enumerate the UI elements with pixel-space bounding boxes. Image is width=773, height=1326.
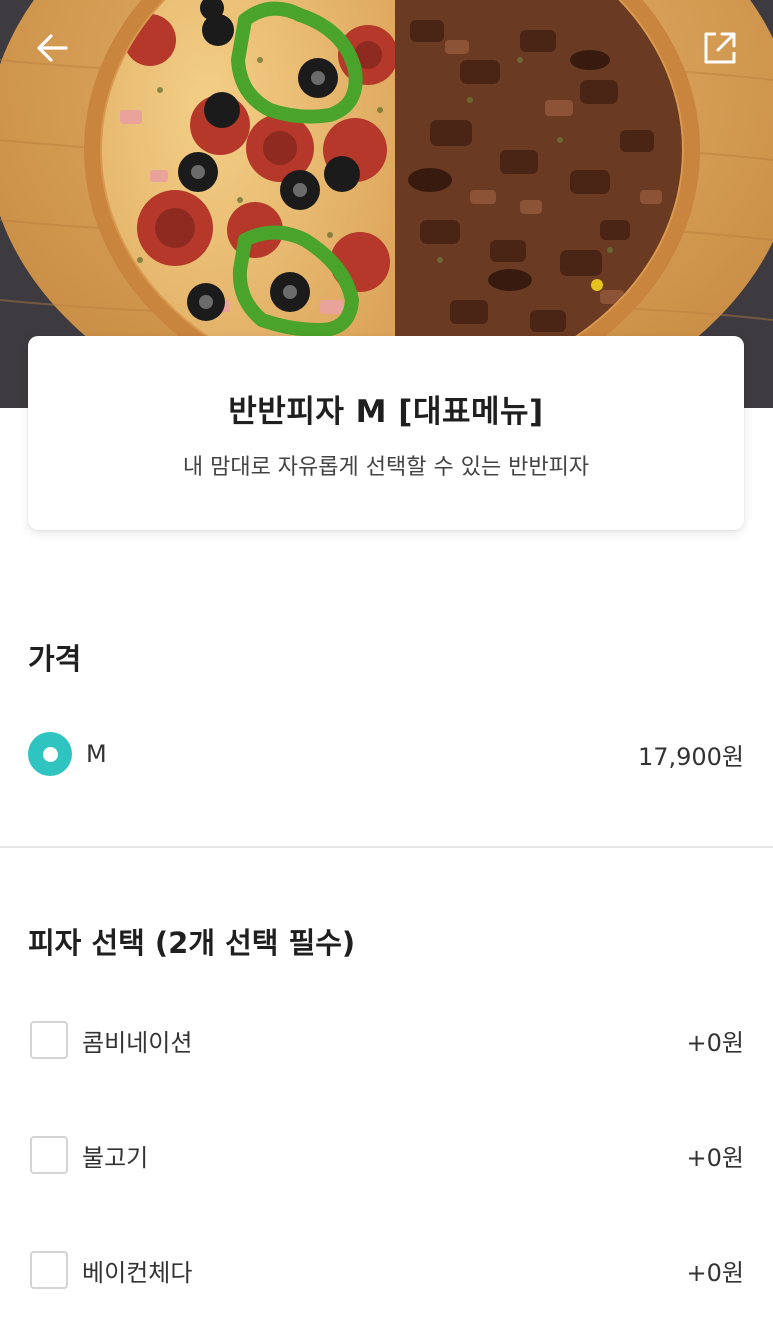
pizza-option-bulgogi[interactable]: 불고기 +0원 (28, 1131, 744, 1179)
pizza-option-label: 불고기 (82, 1143, 149, 1172)
radio-selected[interactable] (28, 732, 72, 776)
checkbox[interactable] (30, 1021, 68, 1059)
price-option-price: 17,900원 (637, 742, 744, 771)
section-divider (0, 846, 773, 848)
pizza-option-price: +0원 (686, 1258, 744, 1287)
radio-dot (42, 746, 58, 762)
checkbox[interactable] (30, 1251, 68, 1289)
share-button[interactable] (698, 26, 742, 70)
pizza-option-label: 콤비네이션 (82, 1028, 193, 1057)
menu-description: 내 맘대로 자유롭게 선택할 수 있는 반반피자 (182, 455, 590, 480)
menu-name: 반반피자 M [대표메뉴] (228, 394, 544, 430)
arrow-left-icon (37, 34, 68, 62)
pizza-option-combination[interactable]: 콤비네이션 +0원 (28, 1016, 744, 1064)
back-button[interactable] (30, 26, 74, 70)
checkbox[interactable] (30, 1136, 68, 1174)
share-external-icon (704, 32, 736, 64)
pizza-option-bacon-cheddar[interactable]: 베이컨체다 +0원 (28, 1246, 744, 1294)
pizza-option-price: +0원 (686, 1143, 744, 1172)
price-section-title: 가격 (28, 642, 82, 676)
price-option-m[interactable]: M 17,900원 (28, 730, 744, 778)
menu-info-card: 반반피자 M [대표메뉴] 내 맘대로 자유롭게 선택할 수 있는 반반피자 (28, 336, 744, 530)
pizza-option-price: +0원 (686, 1028, 744, 1057)
pizza-option-label: 베이컨체다 (82, 1258, 193, 1287)
price-option-label: M (86, 740, 107, 768)
pizza-section-title: 피자 선택 (2개 선택 필수) (28, 926, 356, 960)
